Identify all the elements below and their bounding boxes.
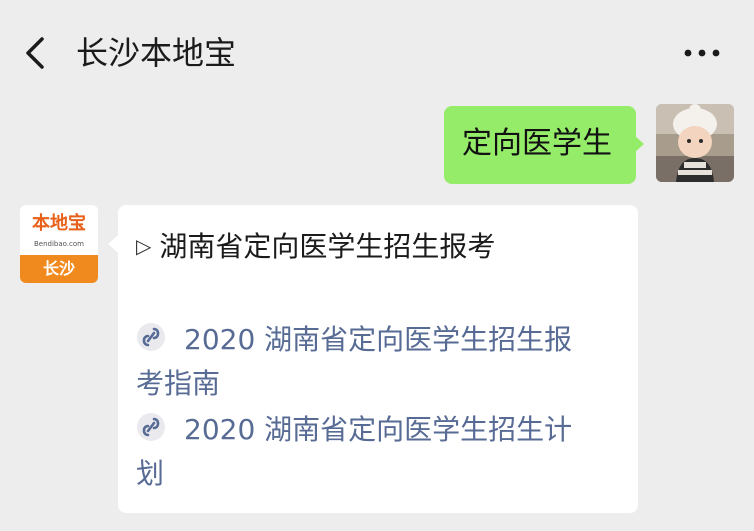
bot-message-bubble: ▷ 湖南省定向医学生招生报考 2020 湖南省定向医学生招生报 考指南 2020 … bbox=[118, 205, 638, 513]
mini-program-link-icon bbox=[137, 323, 165, 351]
bot-avatar[interactable]: 本地宝 Bendibao.com 长沙 bbox=[20, 205, 98, 283]
child-photo-icon bbox=[656, 104, 734, 182]
bot-heading: ▷ 湖南省定向医学生招生报考 bbox=[136, 225, 495, 271]
top-bar: 长沙本地宝 bbox=[0, 0, 754, 106]
mini-program-link-icon bbox=[137, 413, 165, 441]
link-guide-text-2: 考指南 bbox=[136, 367, 221, 400]
user-message-bubble[interactable]: 定向医学生 bbox=[444, 106, 636, 184]
user-bubble-tail bbox=[634, 135, 644, 153]
link-plan-text-2: 划 bbox=[136, 457, 165, 490]
link-plan[interactable]: 2020 湖南省定向医学生招生计 bbox=[136, 408, 572, 452]
link-guide[interactable]: 2020 湖南省定向医学生招生报 bbox=[136, 318, 572, 362]
bot-bubble-tail bbox=[108, 235, 118, 253]
logo-subtext: Bendibao.com bbox=[33, 240, 84, 248]
link-guide-text-1: 2020 湖南省定向医学生招生报 bbox=[184, 323, 573, 356]
page-title: 长沙本地宝 bbox=[76, 34, 237, 72]
logo-text: 本地宝 bbox=[32, 213, 86, 234]
user-avatar[interactable] bbox=[656, 104, 734, 182]
link-plan-cont[interactable]: 划 bbox=[136, 452, 164, 496]
link-guide-cont[interactable]: 考指南 bbox=[136, 362, 220, 406]
more-horizontal-icon[interactable] bbox=[682, 44, 722, 62]
triangle-right-icon: ▷ bbox=[136, 234, 152, 258]
link-plan-text-1: 2020 湖南省定向医学生招生计 bbox=[184, 413, 573, 446]
chevron-left-icon[interactable] bbox=[22, 35, 52, 71]
logo-city-band: 长沙 bbox=[20, 255, 98, 283]
bot-heading-text: 湖南省定向医学生招生报考 bbox=[159, 230, 496, 263]
user-message-text: 定向医学生 bbox=[462, 126, 612, 161]
